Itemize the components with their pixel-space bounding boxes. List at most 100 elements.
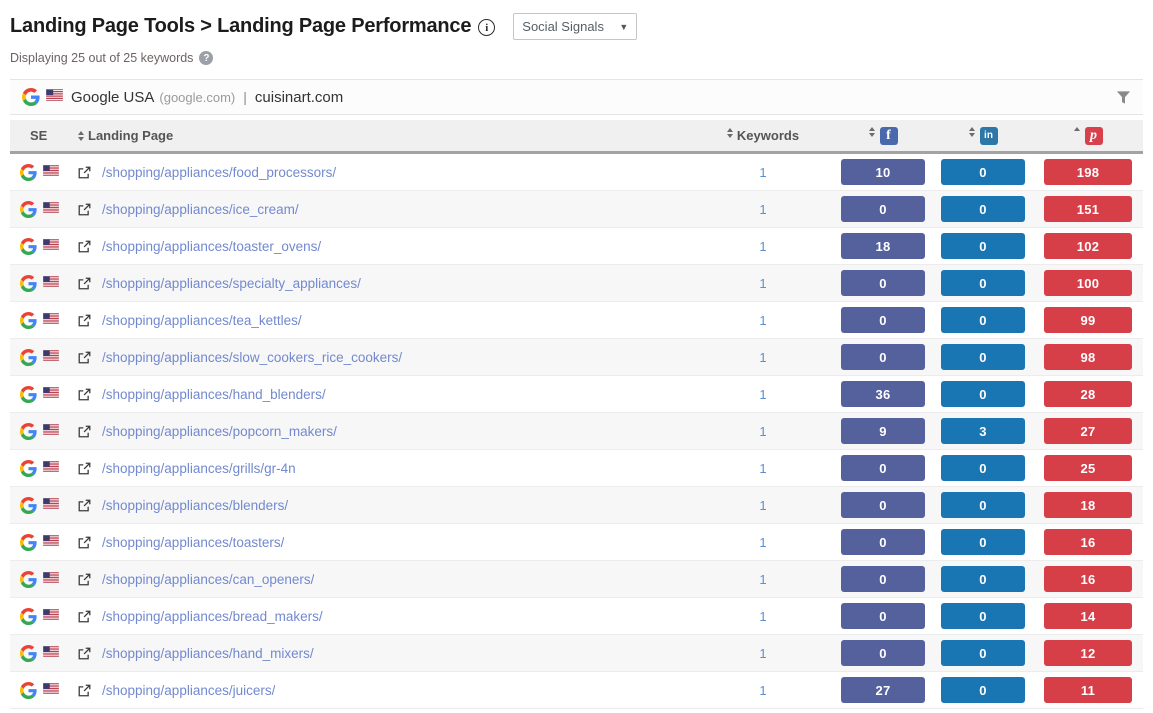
keywords-count-link[interactable]: 1 — [759, 387, 766, 402]
keywords-count-link[interactable]: 1 — [759, 276, 766, 291]
us-flag-icon — [45, 88, 64, 106]
us-flag-icon — [42, 200, 60, 218]
column-header-facebook[interactable]: f — [833, 126, 933, 145]
keywords-count-link[interactable]: 1 — [759, 165, 766, 180]
landing-page-cell: /shopping/appliances/ice_cream/ — [78, 202, 693, 217]
facebook-cell: 0 — [833, 307, 933, 333]
report-type-selected-value: Social Signals — [522, 19, 604, 34]
external-link-icon[interactable] — [78, 647, 91, 660]
facebook-count-badge: 0 — [841, 307, 925, 333]
filter-icon[interactable] — [1116, 90, 1131, 105]
landing-page-link[interactable]: /shopping/appliances/toaster_ovens/ — [102, 239, 321, 254]
keywords-count-link[interactable]: 1 — [759, 461, 766, 476]
external-link-icon[interactable] — [78, 462, 91, 475]
external-link-icon[interactable] — [78, 610, 91, 623]
landing-page-link[interactable]: /shopping/appliances/slow_cookers_rice_c… — [102, 350, 402, 365]
column-header-keywords[interactable]: Keywords — [693, 128, 833, 143]
external-link-icon[interactable] — [78, 351, 91, 364]
column-header-linkedin[interactable]: in — [933, 126, 1033, 145]
external-link-icon[interactable] — [78, 684, 91, 697]
info-icon[interactable]: i — [478, 19, 496, 36]
column-header-pinterest[interactable]: p — [1033, 126, 1143, 145]
linkedin-count-badge: 0 — [941, 455, 1025, 481]
linkedin-icon[interactable]: in — [979, 126, 998, 145]
search-engine-name: Google USA — [71, 88, 155, 106]
linkedin-cell: 0 — [933, 492, 1033, 518]
help-icon[interactable]: ? — [199, 51, 214, 65]
table-row: /shopping/appliances/toaster_ovens/ 1 18… — [10, 228, 1143, 265]
pinterest-count-badge: 102 — [1044, 233, 1132, 259]
landing-page-link[interactable]: /shopping/appliances/bread_makers/ — [102, 609, 323, 624]
landing-page-link[interactable]: /shopping/appliances/tea_kettles/ — [102, 313, 302, 328]
landing-page-link[interactable]: /shopping/appliances/ice_cream/ — [102, 202, 299, 217]
landing-page-link[interactable]: /shopping/appliances/grills/gr-4n — [102, 461, 296, 476]
external-link-icon[interactable] — [78, 314, 91, 327]
external-link-icon[interactable] — [78, 388, 91, 401]
pinterest-count-badge: 28 — [1044, 381, 1132, 407]
keywords-cell: 1 — [693, 572, 833, 587]
us-flag-icon — [42, 348, 60, 366]
google-logo-icon — [20, 644, 37, 662]
se-cell — [10, 644, 78, 662]
keywords-count-link[interactable]: 1 — [759, 350, 766, 365]
linkedin-cell: 0 — [933, 344, 1033, 370]
landing-page-link[interactable]: /shopping/appliances/hand_mixers/ — [102, 646, 314, 661]
google-logo-icon — [20, 681, 37, 699]
landing-page-link[interactable]: /shopping/appliances/blenders/ — [102, 498, 288, 513]
keywords-count-link[interactable]: 1 — [759, 609, 766, 624]
external-link-icon[interactable] — [78, 536, 91, 549]
table-row: /shopping/appliances/blenders/ 1 0 0 18 — [10, 487, 1143, 524]
us-flag-icon — [42, 422, 60, 440]
landing-page-link[interactable]: /shopping/appliances/juicers/ — [102, 683, 275, 698]
sort-icon[interactable] — [78, 130, 84, 141]
keywords-count-link[interactable]: 1 — [759, 239, 766, 254]
keywords-count-link[interactable]: 1 — [759, 498, 766, 513]
sort-icon[interactable] — [726, 128, 733, 143]
sort-ascending-icon[interactable] — [1073, 126, 1080, 145]
external-link-icon[interactable] — [78, 573, 91, 586]
keywords-count-link[interactable]: 1 — [759, 202, 766, 217]
landing-page-link[interactable]: /shopping/appliances/can_openers/ — [102, 572, 314, 587]
external-link-icon[interactable] — [78, 425, 91, 438]
se-cell — [10, 385, 78, 403]
linkedin-cell: 0 — [933, 233, 1033, 259]
external-link-icon[interactable] — [78, 499, 91, 512]
linkedin-count-badge: 3 — [941, 418, 1025, 444]
external-link-icon[interactable] — [78, 203, 91, 216]
pinterest-count-badge: 99 — [1044, 307, 1132, 333]
keywords-count-link[interactable]: 1 — [759, 313, 766, 328]
landing-page-cell: /shopping/appliances/popcorn_makers/ — [78, 424, 693, 439]
landing-page-link[interactable]: /shopping/appliances/hand_blenders/ — [102, 387, 326, 402]
keywords-cell: 1 — [693, 387, 833, 402]
landing-page-link[interactable]: /shopping/appliances/toasters/ — [102, 535, 284, 550]
facebook-cell: 0 — [833, 640, 933, 666]
sort-icon[interactable] — [968, 126, 975, 145]
google-logo-icon — [20, 459, 37, 477]
keywords-count-link[interactable]: 1 — [759, 646, 766, 661]
table-row: /shopping/appliances/bread_makers/ 1 0 0… — [10, 598, 1143, 635]
keywords-cell: 1 — [693, 683, 833, 698]
pinterest-count-badge: 12 — [1044, 640, 1132, 666]
table-row: /shopping/appliances/grills/gr-4n 1 0 0 … — [10, 450, 1143, 487]
landing-page-link[interactable]: /shopping/appliances/specialty_appliance… — [102, 276, 361, 291]
table-row: /shopping/appliances/food_processors/ 1 … — [10, 154, 1143, 191]
external-link-icon[interactable] — [78, 277, 91, 290]
keywords-count-link[interactable]: 1 — [759, 535, 766, 550]
landing-page-link[interactable]: /shopping/appliances/food_processors/ — [102, 165, 336, 180]
column-header-landing-page[interactable]: Landing Page — [78, 128, 693, 143]
us-flag-icon — [42, 385, 60, 403]
keywords-count-link[interactable]: 1 — [759, 683, 766, 698]
facebook-icon[interactable]: f — [879, 126, 898, 145]
landing-page-link[interactable]: /shopping/appliances/popcorn_makers/ — [102, 424, 337, 439]
pinterest-count-badge: 16 — [1044, 566, 1132, 592]
report-type-select[interactable]: Social Signals ▼ — [513, 13, 638, 40]
table-header: SE Landing Page Keywords f in p — [10, 120, 1143, 154]
external-link-icon[interactable] — [78, 240, 91, 253]
pinterest-count-badge: 151 — [1044, 196, 1132, 222]
external-link-icon[interactable] — [78, 166, 91, 179]
keywords-count-link[interactable]: 1 — [759, 424, 766, 439]
us-flag-icon — [42, 459, 60, 477]
keywords-count-link[interactable]: 1 — [759, 572, 766, 587]
sort-icon[interactable] — [868, 126, 875, 145]
pinterest-icon[interactable]: p — [1084, 126, 1103, 145]
